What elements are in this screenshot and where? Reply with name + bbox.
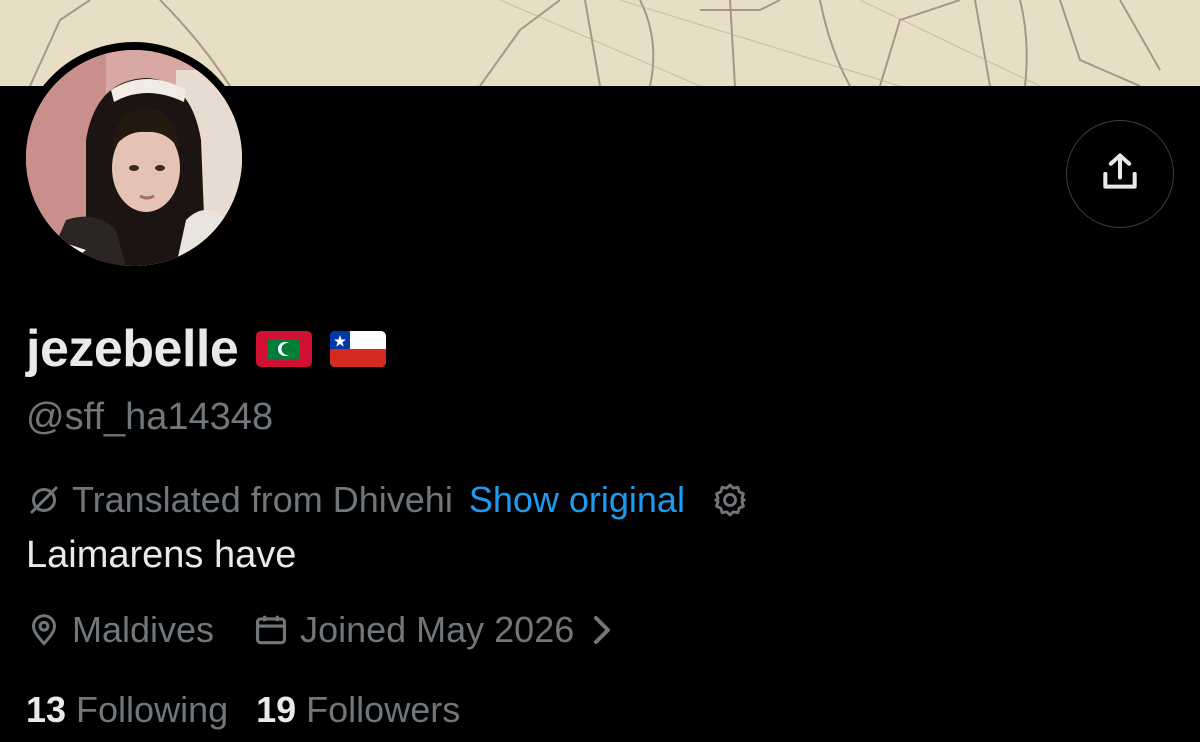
show-original-link[interactable]: Show original	[469, 479, 685, 521]
gear-icon[interactable]	[711, 481, 749, 519]
chile-flag-icon	[330, 331, 387, 367]
profile-avatar[interactable]	[18, 42, 250, 274]
share-icon	[1098, 150, 1142, 199]
joined-date-text: Joined May 2026	[300, 609, 575, 650]
joined-date-item[interactable]: Joined May 2026	[252, 609, 614, 651]
maldives-flag-icon	[256, 331, 313, 367]
following-count: 13	[26, 689, 67, 730]
following-link[interactable]: 13 Following	[26, 689, 228, 731]
display-name: jezebelle	[26, 320, 239, 378]
translated-from-label: Translated from Dhivehi	[72, 479, 453, 520]
profile-meta-row: Maldives Joined May 2026	[26, 606, 614, 654]
translate-slash-icon	[26, 482, 62, 518]
calendar-icon	[252, 611, 290, 649]
translation-row: Translated from Dhivehi Show original	[26, 476, 749, 524]
followers-link[interactable]: 19 Followers	[256, 689, 460, 731]
location-item: Maldives	[26, 609, 214, 651]
display-name-row: jezebelle	[26, 318, 387, 380]
chevron-right-icon	[586, 614, 614, 646]
followers-count: 19	[256, 689, 297, 730]
share-button[interactable]	[1066, 120, 1174, 228]
bio-text: Laimarens have	[26, 534, 297, 576]
followers-label: Followers	[306, 689, 461, 730]
user-handle: @sff_ha14348	[26, 396, 274, 438]
following-label: Following	[76, 689, 229, 730]
location-text: Maldives	[72, 609, 215, 650]
follow-stats-row: 13 Following 19 Followers	[26, 686, 460, 734]
location-pin-icon	[26, 612, 62, 648]
avatar-photo	[26, 50, 242, 266]
